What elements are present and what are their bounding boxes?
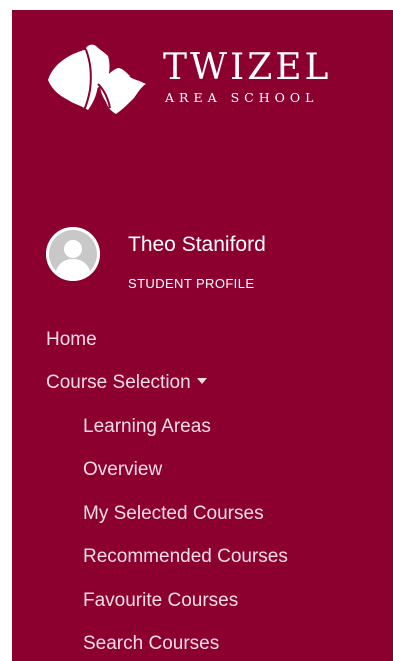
school-logo[interactable]: TWIZEL AREA SCHOOL (46, 44, 346, 114)
nav-course-selection[interactable]: Course Selection (46, 371, 207, 395)
nav-home[interactable]: Home (46, 328, 97, 352)
school-name: TWIZEL (163, 47, 332, 88)
nav-favourite-courses[interactable]: Favourite Courses (83, 589, 238, 613)
nav-recommended-courses[interactable]: Recommended Courses (83, 545, 288, 569)
nav-learning-areas[interactable]: Learning Areas (83, 415, 211, 439)
nav-search-courses[interactable]: Search Courses (83, 632, 219, 656)
school-subtitle: AREA SCHOOL (165, 90, 319, 105)
default-user-avatar-icon (46, 227, 100, 281)
nav-course-selection-label: Course Selection (46, 372, 191, 393)
nav-overview[interactable]: Overview (83, 458, 162, 482)
mountain-leaf-logo-icon (48, 44, 146, 114)
avatar[interactable] (46, 227, 100, 281)
navigation-drawer: TWIZEL AREA SCHOOL Theo Staniford STUDEN… (12, 10, 393, 661)
user-profile[interactable]: Theo Staniford STUDENT PROFILE (46, 227, 376, 297)
user-name: Theo Staniford (128, 233, 266, 256)
caret-down-icon (196, 377, 207, 384)
user-role: STUDENT PROFILE (128, 276, 255, 291)
nav-my-selected-courses[interactable]: My Selected Courses (83, 502, 264, 526)
